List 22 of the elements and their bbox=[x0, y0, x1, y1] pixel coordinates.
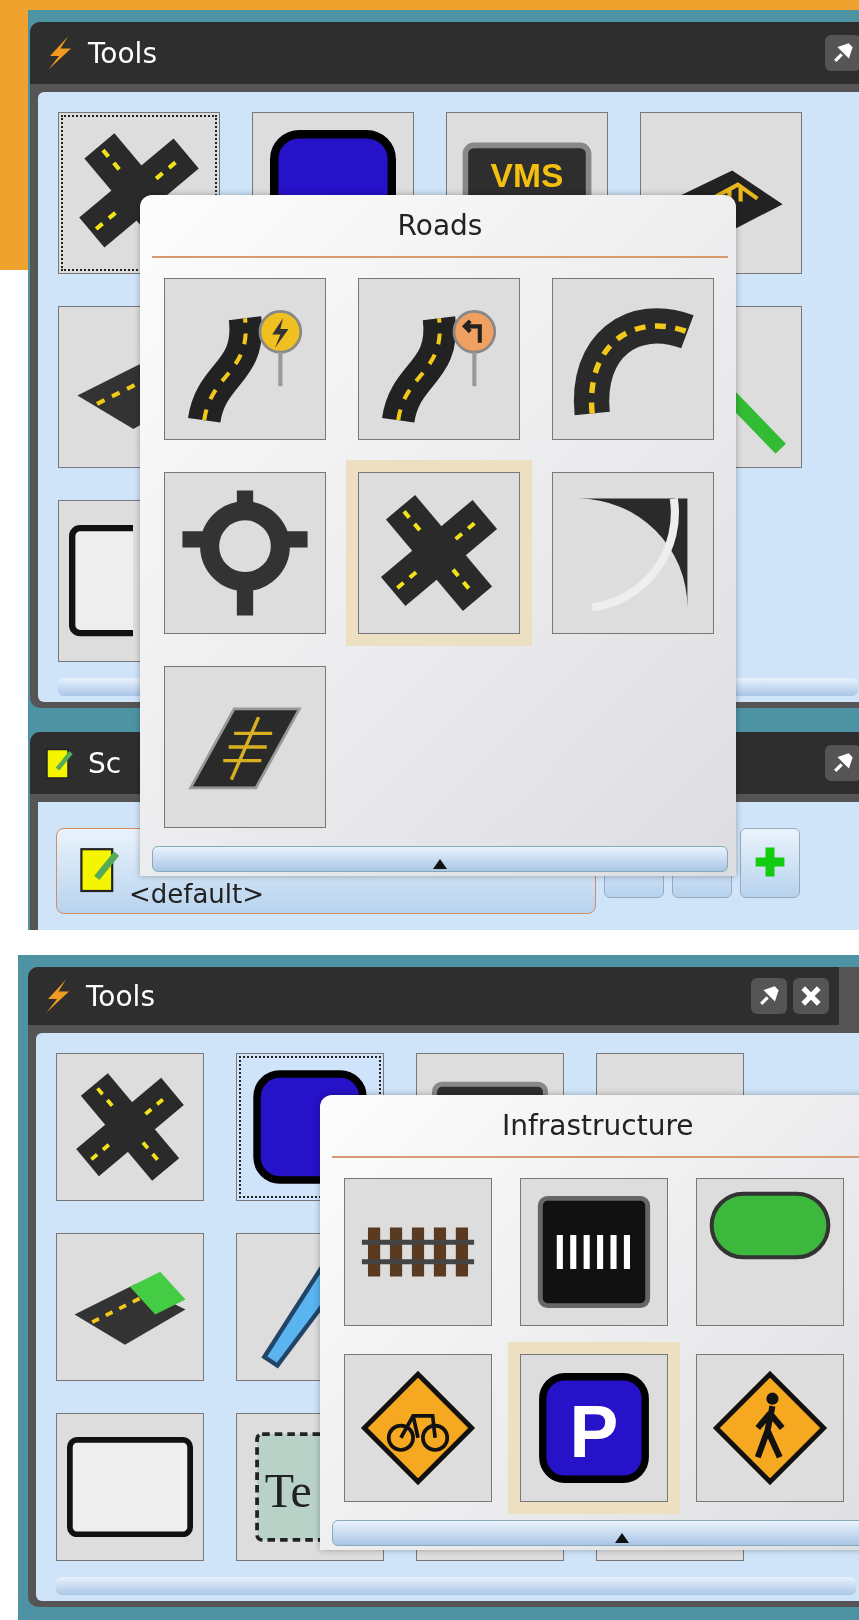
tool-button[interactable] bbox=[56, 1233, 204, 1381]
pin-button[interactable] bbox=[751, 978, 787, 1014]
scroll-up-icon bbox=[433, 859, 447, 869]
tool-button[interactable] bbox=[56, 1413, 204, 1561]
scrollbar[interactable] bbox=[152, 846, 728, 872]
field-value: <default> bbox=[129, 880, 265, 909]
popup-title: Infrastructure bbox=[332, 1095, 859, 1158]
panel-title: Tools bbox=[88, 36, 158, 70]
tool-button[interactable] bbox=[56, 1053, 204, 1201]
scrollbar[interactable] bbox=[332, 1520, 859, 1546]
popup-title: Roads bbox=[152, 195, 728, 258]
pin-button[interactable] bbox=[825, 745, 859, 781]
palette-item[interactable]: P bbox=[508, 1342, 680, 1514]
panel-title: Tools bbox=[86, 979, 156, 1013]
scrollbar[interactable] bbox=[56, 1577, 856, 1595]
pin-button[interactable] bbox=[825, 35, 859, 71]
scroll-up-icon bbox=[615, 1533, 629, 1543]
frame-icon bbox=[69, 525, 133, 637]
frame-icon bbox=[67, 1436, 193, 1538]
close-button[interactable] bbox=[793, 978, 829, 1014]
panel-title: Sc bbox=[88, 746, 123, 780]
palette-item[interactable] bbox=[346, 460, 532, 646]
